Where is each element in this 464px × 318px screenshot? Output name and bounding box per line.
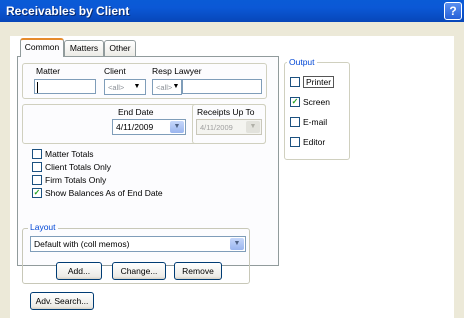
resp-lawyer-select[interactable]: <all> ▼: [152, 79, 182, 95]
chevron-down-icon[interactable]: ▼: [230, 238, 244, 250]
end-date-value: 4/11/2009: [116, 122, 154, 132]
tab-other-label: Other: [109, 43, 131, 53]
layout-select-value: Default with (coll memos): [34, 239, 130, 249]
matter-input[interactable]: [34, 79, 96, 94]
resp-lawyer-select-value: <all>: [156, 83, 173, 92]
remove-layout-button[interactable]: Remove: [174, 262, 222, 280]
check-icon[interactable]: ✓: [32, 188, 42, 198]
receipts-up-to-value: 4/11/2009: [200, 123, 233, 132]
show-balances-checkbox[interactable]: ✓ Show Balances As of End Date: [32, 188, 163, 198]
screen-label: Screen: [303, 97, 330, 107]
help-button[interactable]: ?: [444, 2, 462, 20]
chevron-down-icon[interactable]: ▼: [170, 121, 184, 133]
show-balances-label: Show Balances As of End Date: [45, 188, 163, 198]
tab-matters[interactable]: Matters: [64, 40, 104, 56]
receipts-up-to-picker: 4/11/2009 ▼: [196, 119, 262, 135]
resp-lawyer-input[interactable]: [182, 79, 262, 94]
chevron-down-icon: ▼: [246, 121, 260, 133]
end-date-label: End Date: [118, 107, 154, 117]
add-layout-button[interactable]: Add...: [56, 262, 102, 280]
matter-label: Matter: [36, 66, 61, 76]
adv-search-button[interactable]: Adv. Search...: [30, 292, 94, 310]
output-printer-checkbox[interactable]: Printer: [290, 76, 335, 88]
checkbox-box[interactable]: [290, 77, 300, 87]
resp-lawyer-label: Resp Lawyer: [152, 66, 202, 76]
client-totals-only-label: Client Totals Only: [45, 162, 111, 172]
title-bar: Receivables by Client ?: [0, 0, 464, 22]
editor-label: Editor: [303, 137, 326, 147]
tab-matters-label: Matters: [69, 43, 99, 53]
client-select[interactable]: <all> ▼: [104, 79, 146, 95]
change-layout-button[interactable]: Change...: [112, 262, 166, 280]
end-date-picker[interactable]: 4/11/2009 ▼: [112, 119, 186, 135]
firm-totals-only-label: Firm Totals Only: [45, 175, 107, 185]
checkbox-box[interactable]: [32, 175, 42, 185]
checkbox-box[interactable]: [32, 149, 42, 159]
client-label: Client: [104, 66, 126, 76]
firm-totals-only-checkbox[interactable]: Firm Totals Only: [32, 175, 106, 185]
output-email-checkbox[interactable]: E-mail: [290, 117, 327, 127]
output-group-label: Output: [287, 57, 317, 67]
tab-common-label: Common: [24, 42, 60, 52]
client-totals-only-checkbox[interactable]: Client Totals Only: [32, 162, 111, 172]
output-screen-checkbox[interactable]: ✓ Screen: [290, 97, 330, 107]
tab-other[interactable]: Other: [104, 40, 136, 56]
text-cursor: [37, 82, 38, 93]
email-label: E-mail: [303, 117, 328, 127]
receipts-up-to-label: Receipts Up To: [197, 107, 255, 117]
check-icon[interactable]: ✓: [290, 97, 300, 107]
layout-select[interactable]: Default with (coll memos) ▼: [30, 236, 246, 252]
checkbox-box[interactable]: [290, 117, 300, 127]
matter-totals-label: Matter Totals: [45, 149, 94, 159]
tab-common[interactable]: Common: [20, 38, 64, 57]
layout-group-label: Layout: [28, 222, 58, 232]
chevron-down-icon[interactable]: ▼: [130, 81, 144, 93]
window-title: Receivables by Client: [6, 4, 130, 18]
chevron-down-icon[interactable]: ▼: [172, 81, 180, 93]
checkbox-box[interactable]: [290, 137, 300, 147]
checkbox-box[interactable]: [32, 162, 42, 172]
output-editor-checkbox[interactable]: Editor: [290, 137, 325, 147]
matter-totals-checkbox[interactable]: Matter Totals: [32, 149, 94, 159]
client-select-value: <all>: [108, 83, 125, 92]
printer-label: Printer: [303, 76, 335, 88]
